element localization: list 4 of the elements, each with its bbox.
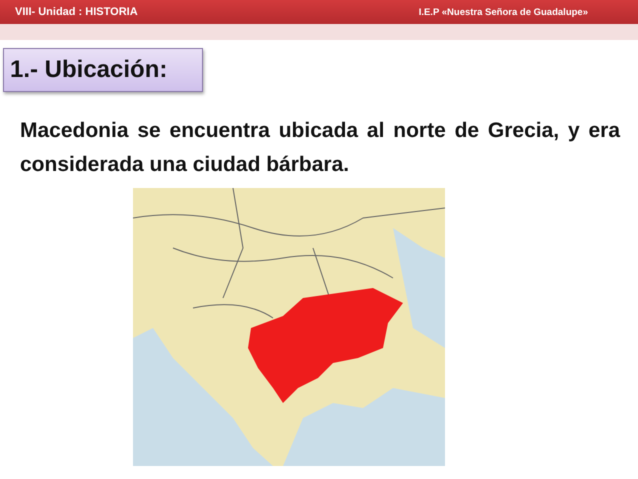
section-title: 1.- Ubicación: [3,48,203,92]
paragraph: Macedonia se encuentra ubicada al norte de Grecia, y era considerada una ciudad bárbara. [20,118,620,178]
school-name: I.E.P «Nuestra Señora de Guadalupe» [418,6,588,18]
unit-title: VIII- Unidad : HISTORIA [15,6,138,18]
